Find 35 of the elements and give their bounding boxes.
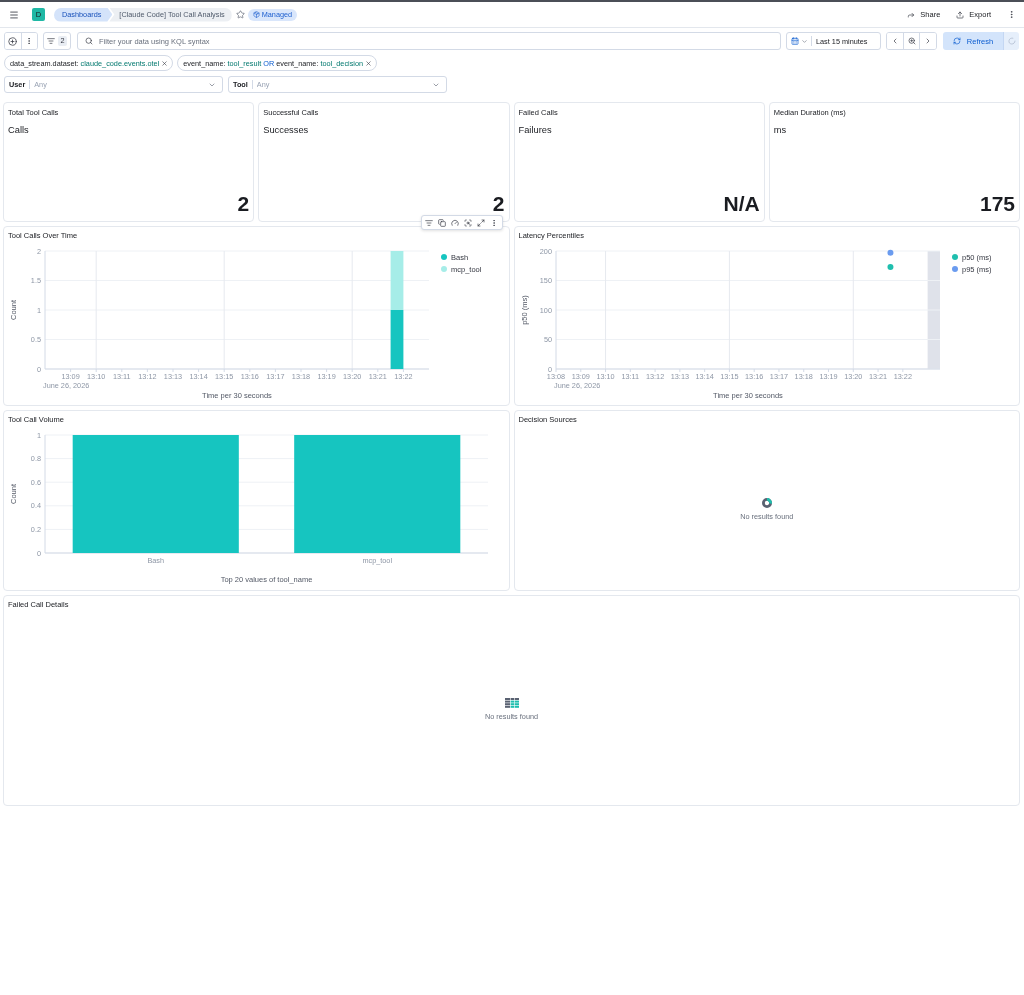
table-icon: [504, 698, 519, 708]
metric-label: Failures: [517, 125, 553, 136]
export-icon: [956, 10, 965, 19]
metric-label: ms: [772, 125, 788, 136]
scan-search-icon: [464, 218, 472, 227]
close-icon[interactable]: [161, 59, 169, 67]
calendar-icon: [791, 37, 799, 45]
metric-value: 2: [492, 193, 506, 214]
metric-label: Calls: [7, 125, 30, 136]
package-icon: [252, 11, 260, 18]
copy-icon: [438, 218, 446, 227]
filter-icon: [425, 218, 433, 227]
metric-value: N/A: [723, 193, 761, 214]
gauge-icon: [451, 218, 459, 227]
inspect-button[interactable]: [461, 216, 475, 229]
loader-icon: [1007, 37, 1016, 45]
maximize-icon: [477, 218, 485, 227]
metric-value: 175: [979, 193, 1016, 214]
close-icon[interactable]: [365, 59, 373, 67]
more-icon: [490, 218, 498, 227]
menu-icon[interactable]: [9, 9, 19, 20]
more-icon[interactable]: [1007, 10, 1016, 19]
donut-chart-icon: [761, 498, 772, 508]
filter-icon: [47, 37, 56, 45]
refresh-icon: [952, 37, 961, 45]
maximize-button[interactable]: [474, 216, 488, 229]
share-icon: [907, 10, 916, 19]
magnifier-icon: [907, 37, 916, 45]
copy-button[interactable]: [435, 216, 449, 229]
chevron-down-icon: [801, 37, 808, 45]
metric-value: 2: [237, 193, 251, 214]
search-icon: [85, 37, 93, 45]
star-icon[interactable]: [235, 10, 245, 19]
metric-label: Successes: [262, 125, 310, 136]
add-icon: [8, 36, 18, 46]
